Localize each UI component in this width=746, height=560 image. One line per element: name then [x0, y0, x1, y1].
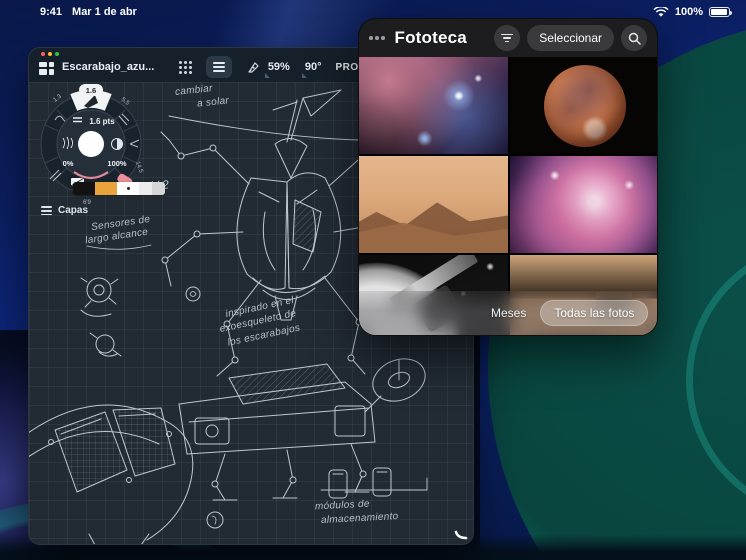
photo-orion-nebula[interactable] [510, 156, 658, 253]
layers-icon [41, 204, 52, 217]
window-controls[interactable] [41, 52, 59, 56]
window-resize-handle[interactable] [453, 523, 471, 541]
status-bar: 9:41 Mar 1 de abr 100% [0, 0, 746, 24]
select-button[interactable]: Seleccionar [527, 25, 614, 51]
swatch-amber[interactable] [95, 182, 117, 195]
photo-mars-desert-hills[interactable] [359, 156, 508, 253]
pressure-value[interactable]: 100% [107, 159, 127, 168]
zoom-level-button[interactable]: 59% [267, 59, 291, 75]
ipad-screen: 9:41 Mar 1 de abr 100% Escarabajo_azu... [0, 0, 746, 560]
vector-nib-button[interactable] [240, 56, 266, 78]
pro-badge-button[interactable]: PRO [335, 62, 358, 73]
gallery-icon[interactable] [39, 62, 54, 75]
wifi-icon [653, 7, 669, 18]
swatch-gray[interactable] [152, 182, 165, 195]
photo-planet-mars[interactable] [510, 57, 658, 154]
filter-lines-icon [501, 32, 513, 45]
battery-percent: 100% [675, 6, 703, 18]
battery-icon [709, 7, 730, 17]
ring-label-1: 1.3 [53, 93, 64, 103]
rotation-button[interactable]: 90° [304, 59, 323, 75]
opacity-value[interactable]: 0% [63, 159, 74, 168]
color-puck[interactable] [78, 131, 104, 157]
swatch-black[interactable] [73, 182, 95, 195]
window-more-icon[interactable] [369, 36, 385, 40]
photos-footer-bar: Meses Todas las fotos [359, 291, 657, 335]
dot-grid-icon [179, 61, 192, 74]
status-time: 9:41 [40, 6, 62, 18]
view-segmented-control: Meses Todas las fotos [487, 300, 648, 326]
tab-months[interactable]: Meses [487, 301, 530, 325]
photos-title: Fototeca [395, 28, 467, 48]
photo-nebula-horsehead[interactable] [359, 57, 508, 154]
stroke-size-label[interactable]: 1.6 pts [89, 117, 115, 126]
pen-nib-icon [246, 60, 261, 75]
minimize-window-icon[interactable] [48, 52, 52, 56]
precision-grid-button[interactable] [172, 56, 198, 78]
search-icon [628, 32, 641, 45]
swatch-white-selected[interactable] [117, 182, 139, 195]
status-date: Mar 1 de abr [72, 6, 137, 18]
close-window-icon[interactable] [41, 52, 45, 56]
document-title[interactable]: Escarabajo_azu... [62, 61, 154, 73]
swatch-light-gray[interactable] [139, 182, 152, 195]
photos-header: Fototeca Seleccionar [359, 19, 657, 57]
layers-panel-button[interactable] [206, 56, 232, 78]
filter-button[interactable] [494, 25, 520, 51]
layers-button[interactable]: Capas [35, 201, 94, 220]
fullscreen-window-icon[interactable] [55, 52, 59, 56]
stacked-lines-icon [213, 60, 225, 74]
layers-label: Capas [58, 205, 88, 216]
mars-globe [544, 65, 626, 147]
color-palette[interactable] [73, 182, 165, 195]
photos-app-window: Fototeca Seleccionar [358, 18, 658, 336]
stroke-size-badge: 1.6 [86, 86, 96, 95]
search-button[interactable] [621, 25, 647, 51]
tab-all-photos[interactable]: Todas las fotos [540, 300, 648, 326]
